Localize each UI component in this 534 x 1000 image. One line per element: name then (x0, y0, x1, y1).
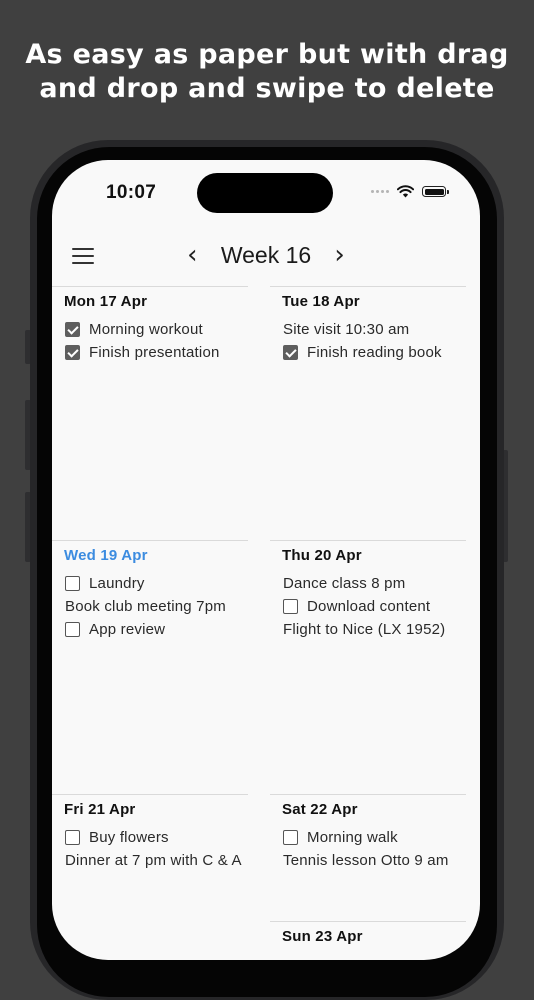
checkbox-icon[interactable] (65, 576, 80, 591)
event-item[interactable]: Dinner at 7 pm with C & A (52, 849, 248, 872)
todo-item[interactable]: Finish reading book (270, 341, 466, 364)
task-label: Buy flowers (89, 829, 169, 846)
task-label: Site visit 10:30 am (283, 321, 410, 338)
event-item[interactable]: Site visit 10:30 am (270, 318, 466, 341)
day-title: Mon 17 Apr (64, 293, 148, 310)
task-label: Book club meeting 7pm (65, 598, 226, 615)
dynamic-island (197, 173, 333, 213)
promo-headline: As easy as paper but with drag and drop … (0, 38, 534, 106)
checkbox-checked-icon[interactable] (65, 322, 80, 337)
todo-item[interactable]: Download content (270, 595, 466, 618)
checkbox-icon[interactable] (283, 830, 298, 845)
day-column-wed-19-apr[interactable]: Wed 19 Apr Laundry Book club meeting 7pm Ap… (52, 540, 248, 641)
todo-item[interactable]: Laundry (52, 572, 248, 595)
task-label: Morning walk (307, 829, 398, 846)
task-label: Dinner at 7 pm with C & A (65, 852, 242, 869)
checkbox-checked-icon[interactable] (65, 345, 80, 360)
phone-screen: 10:07 ‹ Week 16 › Mon 17 Apr Morning work… (52, 160, 480, 960)
day-title: Sun 23 Apr (282, 928, 363, 945)
task-label: App review (89, 621, 166, 638)
task-label: Dance class 8 pm (283, 575, 406, 592)
day-title: Fri 21 Apr (64, 801, 136, 818)
signal-dots-icon (371, 190, 389, 193)
day-column-fri-21-apr[interactable]: Fri 21 Apr Buy flowers Dinner at 7 pm with… (52, 794, 248, 872)
task-label: Laundry (89, 575, 145, 592)
event-item[interactable]: Book club meeting 7pm (52, 595, 248, 618)
status-time: 10:07 (106, 182, 157, 203)
day-title: Thu 20 Apr (282, 547, 362, 564)
day-title: Tue 18 Apr (282, 293, 360, 310)
checkbox-icon[interactable] (283, 599, 298, 614)
todo-item[interactable]: Morning workout (52, 318, 248, 341)
day-column-thu-20-apr[interactable]: Thu 20 Apr Dance class 8 pm Download conte… (270, 540, 466, 641)
battery-icon (422, 186, 449, 197)
task-label: Finish presentation (89, 344, 220, 361)
day-title: Wed 19 Apr (64, 547, 148, 564)
task-label: Flight to Nice (LX 1952) (283, 621, 446, 638)
event-item[interactable]: Tennis lesson Otto 9 am (270, 849, 466, 872)
task-label: Morning workout (89, 321, 203, 338)
checkbox-icon[interactable] (65, 622, 80, 637)
day-column-sat-22-apr[interactable]: Sat 22 Apr Morning walk Tennis lesson Otto… (270, 794, 466, 872)
day-title: Sat 22 Apr (282, 801, 358, 818)
todo-item[interactable]: Morning walk (270, 826, 466, 849)
event-item[interactable]: Flight to Nice (LX 1952) (270, 618, 466, 641)
todo-item[interactable]: Buy flowers (52, 826, 248, 849)
event-item[interactable]: Dance class 8 pm (270, 572, 466, 595)
todo-item[interactable]: Finish presentation (52, 341, 248, 364)
wifi-icon (397, 185, 414, 198)
task-label: Tennis lesson Otto 9 am (283, 852, 449, 869)
week-navigation: ‹ Week 16 › (52, 240, 480, 270)
checkbox-icon[interactable] (65, 830, 80, 845)
promo-headline-line-2: and drop and swipe to delete (39, 73, 495, 104)
day-column-sun-23-apr[interactable]: Sun 23 Apr (270, 921, 466, 953)
task-label: Finish reading book (307, 344, 442, 361)
week-title: Week 16 (220, 242, 312, 268)
day-column-mon-17-apr[interactable]: Mon 17 Apr Morning workout Finish presenta… (52, 286, 248, 364)
chevron-right-icon[interactable]: › (328, 240, 352, 270)
checkbox-checked-icon[interactable] (283, 345, 298, 360)
promo-headline-line-1: As easy as paper but with drag (25, 39, 509, 70)
task-label: Download content (307, 598, 431, 615)
day-column-tue-18-apr[interactable]: Tue 18 Apr Site visit 10:30 am Finish read… (270, 286, 466, 364)
status-icons (371, 185, 449, 198)
chevron-left-icon[interactable]: ‹ (180, 240, 204, 270)
todo-item[interactable]: App review (52, 618, 248, 641)
